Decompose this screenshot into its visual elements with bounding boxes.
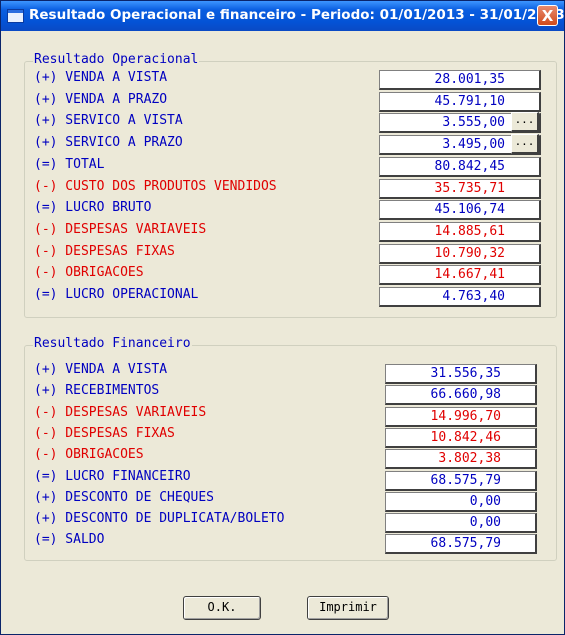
window-title: Resultado Operacional e financeiro - Per… <box>29 7 565 23</box>
report-window: Resultado Operacional e financeiro - Per… <box>0 0 565 635</box>
operacional-details-button[interactable]: ... <box>511 134 539 155</box>
operacional-row-value[interactable]: 35.735,71 <box>379 178 541 199</box>
operacional-row-label: (+) SERVICO A VISTA <box>34 113 183 129</box>
operacional-row-label: (-) OBRIGACOES <box>34 265 144 281</box>
operacional-row-label: (=) TOTAL <box>34 156 105 172</box>
financeiro-group-title: Resultado Financeiro <box>33 336 192 352</box>
operacional-row-value[interactable]: 28.001,35 <box>379 70 541 90</box>
financeiro-row-value[interactable]: 14.996,70 <box>385 406 537 427</box>
operacional-row-label: (-) DESPESAS FIXAS <box>34 243 175 259</box>
financeiro-row-label: (+) VENDA A VISTA <box>34 362 168 377</box>
financeiro-row-label: (-) DESPESAS FIXAS <box>34 425 175 441</box>
operacional-row-label: (+) VENDA A VISTA <box>34 70 168 85</box>
operacional-row-value[interactable]: 10.790,32 <box>379 243 541 264</box>
financeiro-row-label: (+) RECEBIMENTOS <box>34 383 160 399</box>
ok-button[interactable]: O.K. <box>183 596 261 620</box>
financeiro-row-value[interactable]: 31.556,35 <box>385 364 537 384</box>
close-button[interactable]: X <box>537 5 558 26</box>
operacional-row-label: (=) LUCRO BRUTO <box>34 200 152 216</box>
financeiro-row-value[interactable]: 0,00 <box>385 513 537 534</box>
financeiro-row-value[interactable]: 3.802,38 <box>385 449 537 470</box>
title-bar[interactable]: Resultado Operacional e financeiro - Per… <box>1 1 564 31</box>
operacional-row-label: (+) VENDA A PRAZO <box>34 91 168 107</box>
operacional-group-title: Resultado Operacional <box>33 52 200 68</box>
print-button[interactable]: Imprimir <box>307 596 389 620</box>
operacional-row-value[interactable]: 14.667,41 <box>379 265 541 286</box>
financeiro-row-value[interactable]: 68.575,79 <box>385 470 537 491</box>
operacional-row-value[interactable]: 4.763,40 <box>379 287 541 307</box>
window-icon <box>7 9 24 23</box>
financeiro-row-value[interactable]: 66.660,98 <box>385 385 537 406</box>
operacional-row-label: (-) CUSTO DOS PRODUTOS VENDIDOS <box>34 178 277 194</box>
operacional-details-button[interactable]: ... <box>511 112 539 133</box>
operacional-row-label: (=) LUCRO OPERACIONAL <box>34 287 199 302</box>
financeiro-row-label: (-) DESPESAS VARIAVEIS <box>34 404 207 420</box>
operacional-row-label: (-) DESPESAS VARIAVEIS <box>34 221 207 237</box>
financeiro-row-label: (-) OBRIGACOES <box>34 447 144 463</box>
operacional-row-value[interactable]: 45.106,74 <box>379 200 541 221</box>
financeiro-row-value[interactable]: 68.575,79 <box>385 534 537 555</box>
financeiro-row-label: (=) SALDO <box>34 532 105 548</box>
operacional-row-value[interactable]: 80.842,45 <box>379 156 541 177</box>
operacional-row-value[interactable]: 14.885,61 <box>379 221 541 242</box>
financeiro-row-value[interactable]: 0,00 <box>385 491 537 512</box>
financeiro-row-label: (+) DESCONTO DE DUPLICATA/BOLETO <box>34 511 285 527</box>
financeiro-row-label: (+) DESCONTO DE CHEQUES <box>34 489 215 505</box>
operacional-row-value[interactable]: 45.791,10 <box>379 91 541 112</box>
financeiro-row-label: (=) LUCRO FINANCEIRO <box>34 468 191 484</box>
financeiro-row-value[interactable]: 10.842,46 <box>385 427 537 448</box>
operacional-row-label: (+) SERVICO A PRAZO <box>34 135 183 151</box>
